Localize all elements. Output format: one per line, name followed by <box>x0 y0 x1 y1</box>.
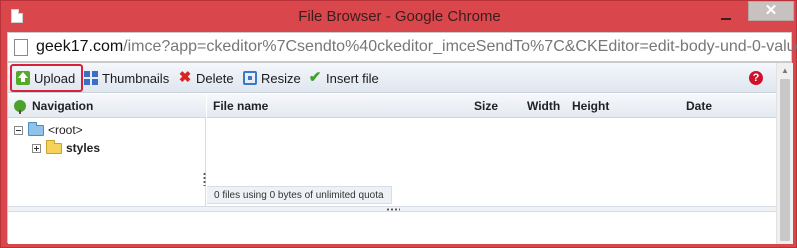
column-size[interactable]: Size <box>474 99 498 113</box>
upload-icon <box>16 71 30 85</box>
column-date[interactable]: Date <box>686 99 712 113</box>
delete-icon: ✖ <box>178 69 192 86</box>
thumbnails-icon <box>84 71 98 85</box>
tree-node-root[interactable]: <root> <box>14 121 83 137</box>
vertical-splitter-handle[interactable] <box>203 172 206 186</box>
splitter-grip-icon[interactable] <box>386 208 400 211</box>
upload-label: Upload <box>34 70 76 86</box>
file-browser: Upload Thumbnails ✖ Delete Resize ✔ Inse… <box>7 62 793 244</box>
folder-icon <box>28 121 44 136</box>
resize-label: Resize <box>261 70 301 86</box>
delete-button[interactable]: ✖ Delete <box>178 68 234 88</box>
address-bar[interactable]: geek17.com/imce?app=ckeditor%7Csendto%40… <box>7 32 797 62</box>
toolbar: Upload Thumbnails ✖ Delete Resize ✔ Inse… <box>8 63 776 93</box>
insert-file-icon: ✔ <box>308 69 322 86</box>
title-bar: File Browser - Google Chrome ✕ <box>1 1 797 31</box>
preview-pane <box>8 212 776 244</box>
expand-icon[interactable] <box>32 143 41 153</box>
quota-status: 0 files using 0 bytes of unlimited quota <box>207 186 392 204</box>
file-list-header: File name Size Width Height Date <box>207 94 776 118</box>
resize-button[interactable]: Resize <box>243 68 301 88</box>
tree-node-styles[interactable]: styles <box>32 139 101 155</box>
file-list-pane: File name Size Width Height Date 0 files… <box>207 94 776 206</box>
column-width[interactable]: Width <box>527 99 560 113</box>
vertical-scrollbar[interactable]: ▲ <box>776 63 793 244</box>
column-file-name[interactable]: File name <box>213 99 268 113</box>
help-icon[interactable]: ? <box>749 71 763 85</box>
upload-button[interactable]: Upload <box>16 68 75 88</box>
collapse-icon[interactable] <box>14 125 23 135</box>
window-title: File Browser - Google Chrome <box>298 8 501 25</box>
document-icon <box>14 39 28 56</box>
insert-file-button[interactable]: ✔ Insert file <box>308 68 379 88</box>
navigation-title: Navigation <box>32 98 94 113</box>
insert-file-label: Insert file <box>326 70 379 86</box>
browser-window: File Browser - Google Chrome ✕ geek17.co… <box>0 0 797 248</box>
resize-icon <box>243 71 257 85</box>
delete-label: Delete <box>196 70 234 86</box>
scrollbar-thumb[interactable] <box>780 79 790 241</box>
url-text[interactable]: geek17.com/imce?app=ckeditor%7Csendto%40… <box>36 38 797 56</box>
folder-icon <box>46 139 62 154</box>
column-height[interactable]: Height <box>572 99 609 113</box>
minimize-button[interactable] <box>714 5 738 25</box>
navigation-tree-icon <box>14 99 26 114</box>
tree-node-label: <root> <box>48 123 83 137</box>
thumbnails-label: Thumbnails <box>102 70 170 86</box>
navigation-pane: Navigation <root> styles <box>8 94 206 206</box>
scroll-up-icon[interactable]: ▲ <box>777 63 793 79</box>
thumbnails-button[interactable]: Thumbnails <box>84 68 169 88</box>
tree-node-label: styles <box>66 141 101 155</box>
url-path: /imce?app=ckeditor%7Csendto%40ckeditor_i… <box>123 38 797 55</box>
navigation-header: Navigation <box>8 94 206 118</box>
close-button[interactable]: ✕ <box>748 1 794 21</box>
url-host: geek17.com <box>36 38 124 55</box>
